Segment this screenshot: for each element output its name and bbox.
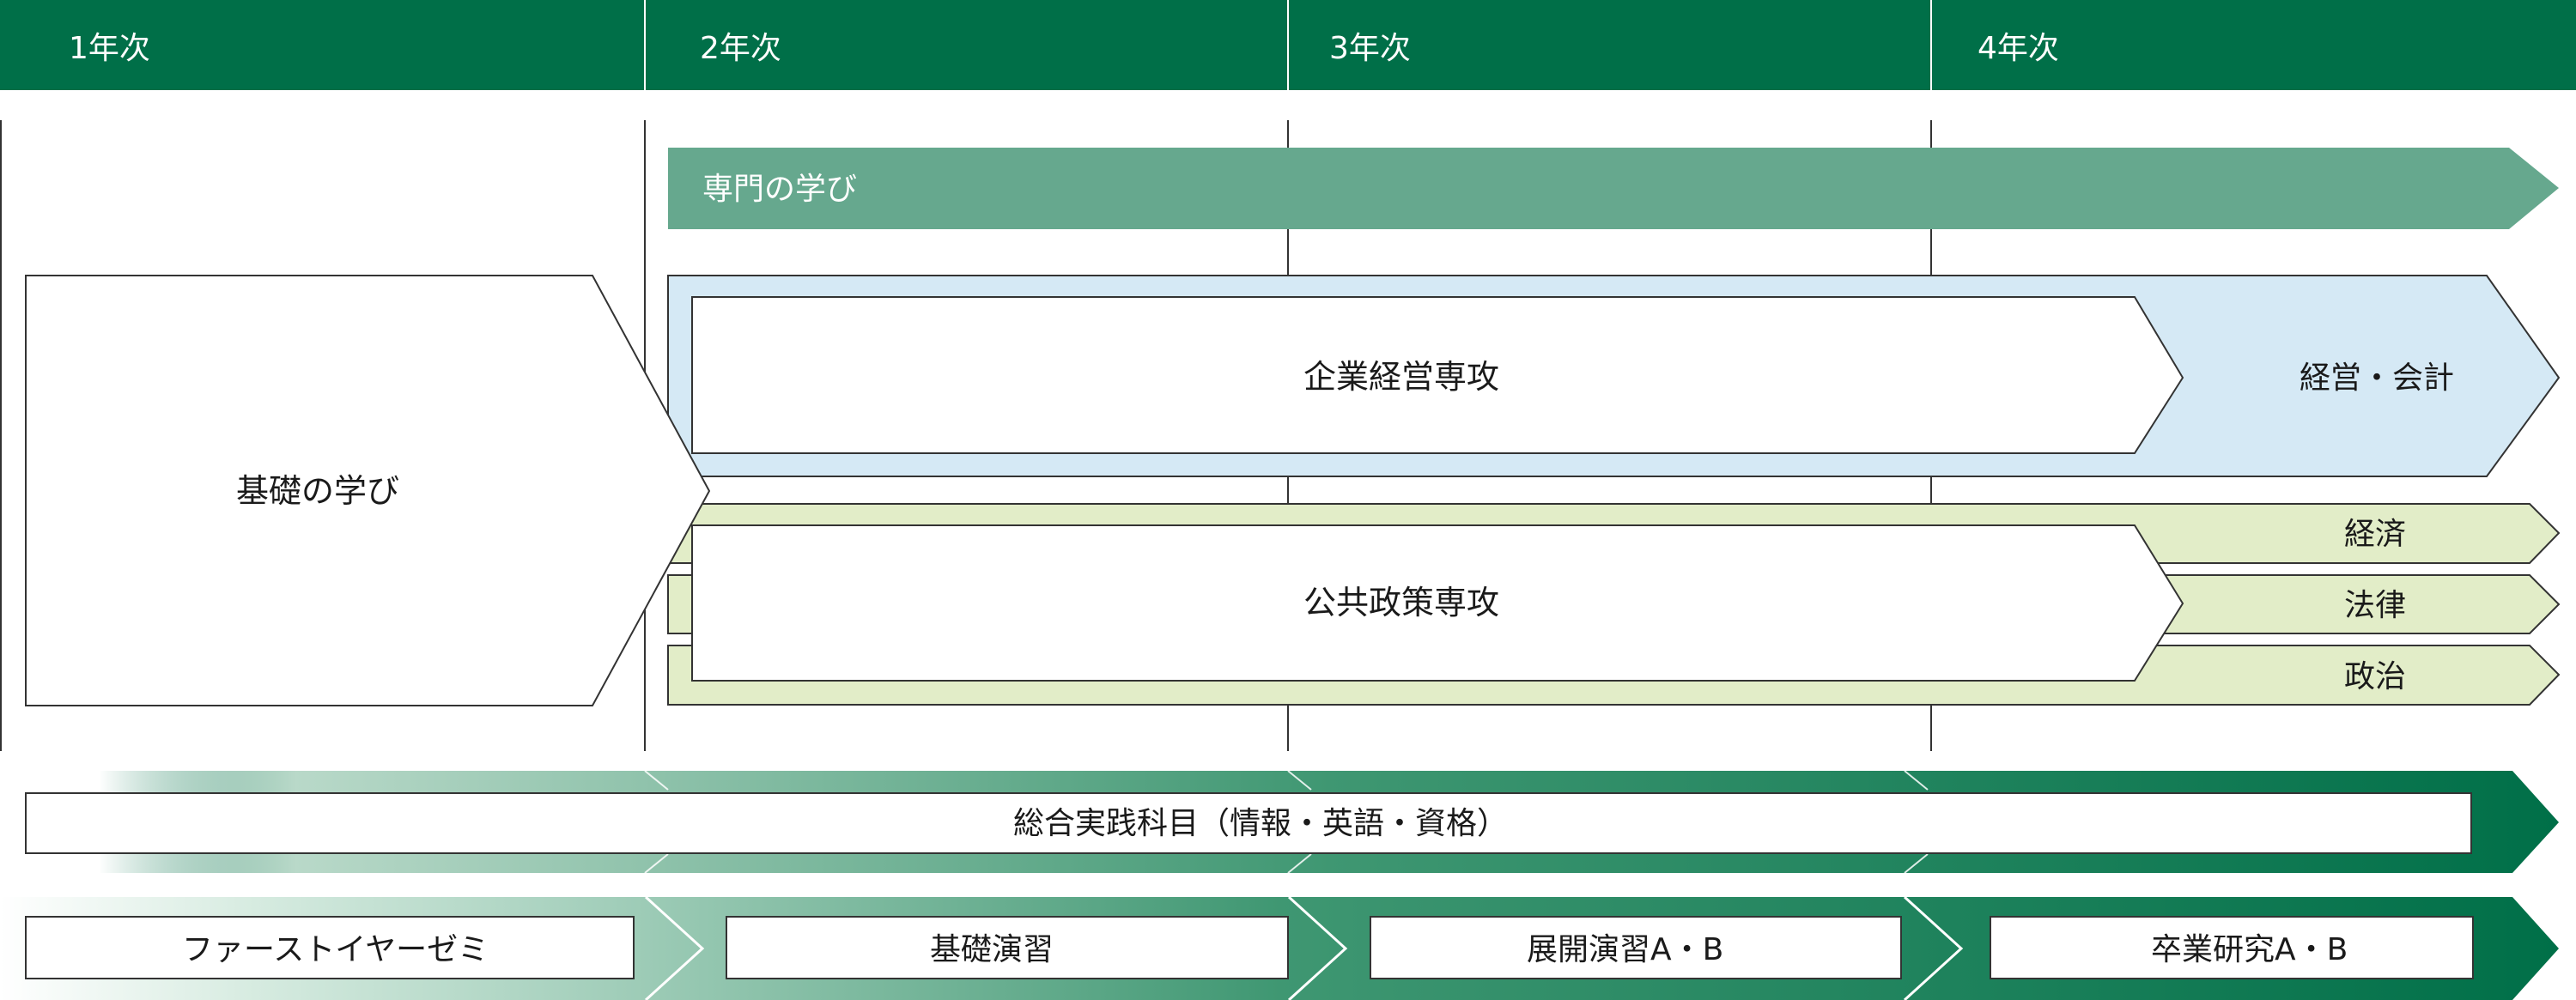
seminar-label-4: 卒業研究A・B	[2151, 932, 2348, 967]
year-header: 1年次 2年次 3年次 4年次	[0, 0, 2576, 90]
year-label-4: 4年次	[1978, 31, 2059, 66]
kokyo-tail-keizai: 経済	[2344, 517, 2406, 552]
kokyo-label: 公共政策専攻	[1303, 584, 1499, 621]
senmon-label: 専門の学び	[702, 172, 857, 207]
kigyo-tail-label: 経営・会計	[2300, 361, 2454, 396]
seminar-label-2: 基礎演習	[930, 932, 1054, 967]
kiso-label: 基礎の学び	[236, 472, 399, 510]
year-label-2: 2年次	[700, 31, 781, 66]
kokyo-tail-seiji: 政治	[2344, 659, 2406, 694]
seminar-arrow: ファーストイヤーゼミ 基礎演習 展開演習A・B 卒業研究A・B	[0, 895, 2559, 1000]
senmon-arrow: 専門の学び	[668, 148, 2559, 229]
year-label-3: 3年次	[1329, 31, 1411, 66]
sogo-arrow: 総合実践科目（情報・英語・資格）	[25, 770, 2559, 874]
sogo-label: 総合実践科目（情報・英語・資格）	[1013, 806, 1508, 841]
curriculum-diagram: 1年次 2年次 3年次 4年次 専門の学び 経済 法律 政治 経営・会計 基礎の…	[0, 0, 2576, 1000]
year-label-1: 1年次	[69, 31, 150, 66]
kigyo-inner-arrow: 企業経営専攻	[691, 296, 2184, 454]
kokyo-inner-arrow: 公共政策専攻	[691, 524, 2184, 682]
senmon-arrow-shape	[668, 148, 2559, 229]
kigyo-label: 企業経営専攻	[1303, 358, 1499, 396]
kokyo-tail-horitsu: 法律	[2344, 588, 2406, 623]
kiso-arrow: 基礎の学び	[25, 275, 711, 706]
seminar-label-1: ファーストイヤーゼミ	[182, 932, 489, 967]
seminar-label-3: 展開演習A・B	[1527, 932, 1723, 967]
